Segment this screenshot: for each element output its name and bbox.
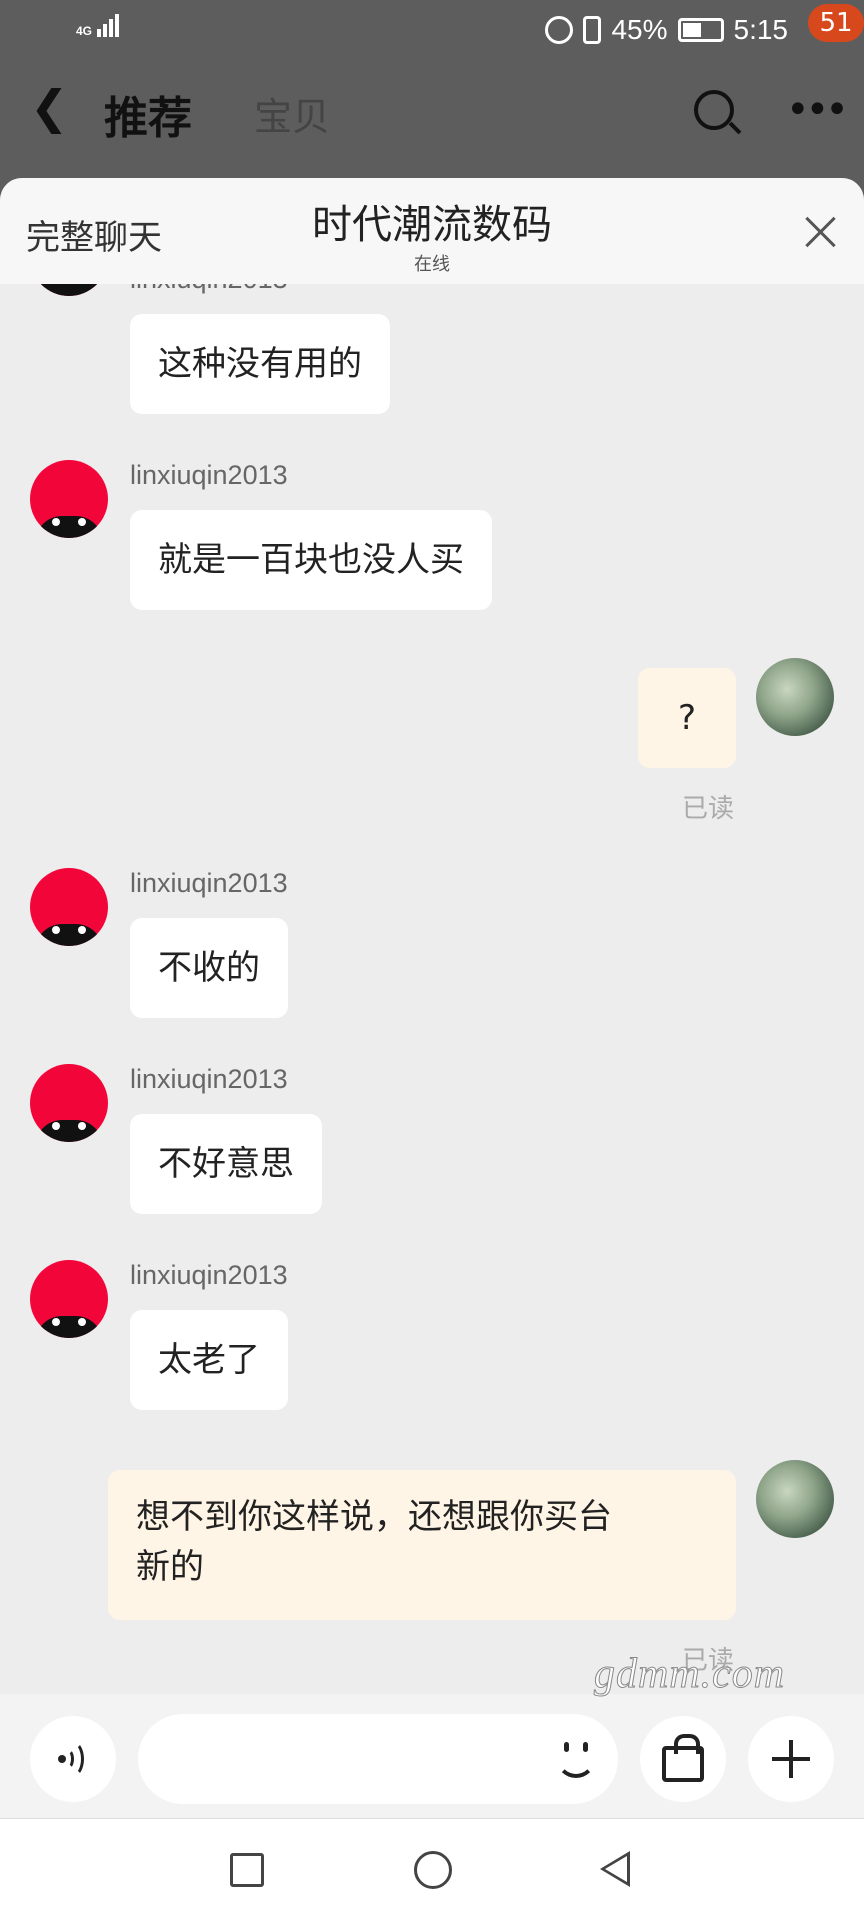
- back-triangle-icon[interactable]: [600, 1851, 630, 1887]
- back-arrow-icon[interactable]: ❮: [30, 84, 69, 130]
- tab-recommend[interactable]: 推荐: [104, 82, 192, 146]
- avatar[interactable]: [30, 868, 108, 946]
- message-bubble-self[interactable]: 想不到你这样说，还想跟你买台 新的: [108, 1470, 736, 1620]
- message-bubble-self[interactable]: ?: [638, 668, 736, 768]
- message-bubble[interactable]: 这种没有用的: [130, 314, 390, 414]
- message-bubble[interactable]: 太老了: [130, 1310, 288, 1410]
- sender-name: linxiuqin2013: [130, 1064, 288, 1094]
- tab-item[interactable]: 宝贝: [254, 86, 330, 141]
- emoji-icon[interactable]: [554, 1738, 598, 1782]
- signal-icon: 4G: [76, 14, 120, 38]
- notification-badge: 51: [808, 4, 864, 42]
- avatar-self[interactable]: [756, 658, 834, 736]
- avatar[interactable]: [30, 1260, 108, 1338]
- message-bubble[interactable]: 就是一百块也没人买: [130, 510, 492, 610]
- watermark: gdmm.com: [593, 1651, 786, 1698]
- sender-name: linxiuqin2013: [130, 868, 288, 898]
- sender-name: linxiuqin2013: [130, 1260, 288, 1290]
- search-icon[interactable]: [694, 90, 734, 130]
- alarm-icon: [545, 16, 574, 44]
- avatar[interactable]: [30, 460, 108, 538]
- add-button[interactable]: [748, 1716, 834, 1802]
- voice-button[interactable]: [30, 1716, 116, 1802]
- avatar[interactable]: [30, 1064, 108, 1142]
- chat-header: 完整聊天 时代潮流数码 在线: [0, 178, 864, 284]
- clock: 5:15: [733, 14, 789, 45]
- message-bubble[interactable]: 不收的: [130, 918, 288, 1018]
- online-status: 在线: [414, 254, 450, 275]
- message-line: 新的: [136, 1547, 204, 1587]
- message-bubble[interactable]: 不好意思: [130, 1114, 322, 1214]
- message-input[interactable]: [138, 1714, 618, 1804]
- network-type: 4G: [76, 24, 93, 38]
- more-icon[interactable]: •••: [786, 90, 849, 130]
- vibrate-icon: [583, 16, 602, 44]
- read-receipt: 已读: [681, 794, 734, 824]
- close-icon[interactable]: [800, 212, 840, 252]
- sender-name: linxiuqin2013: [130, 460, 288, 490]
- home-icon[interactable]: [414, 1851, 452, 1889]
- shopping-bag-icon: [662, 1734, 704, 1782]
- product-button[interactable]: [640, 1716, 726, 1802]
- status-bar: 4G 45% 5:15: [0, 0, 864, 60]
- input-bar: [0, 1694, 864, 1818]
- battery-icon: [677, 18, 724, 42]
- message-line: 想不到你这样说，还想跟你买台: [136, 1497, 612, 1537]
- shop-name: 时代潮流数码: [312, 202, 552, 248]
- battery-percent: 45%: [611, 14, 668, 45]
- background-header: ❮ 推荐 宝贝 •••: [0, 60, 864, 180]
- message-list[interactable]: linxiuqin2013 这种没有用的 linxiuqin2013 就是一百块…: [0, 178, 864, 1698]
- system-nav-bar: [0, 1818, 864, 1920]
- recent-apps-icon[interactable]: [230, 1853, 264, 1887]
- avatar-self[interactable]: [756, 1460, 834, 1538]
